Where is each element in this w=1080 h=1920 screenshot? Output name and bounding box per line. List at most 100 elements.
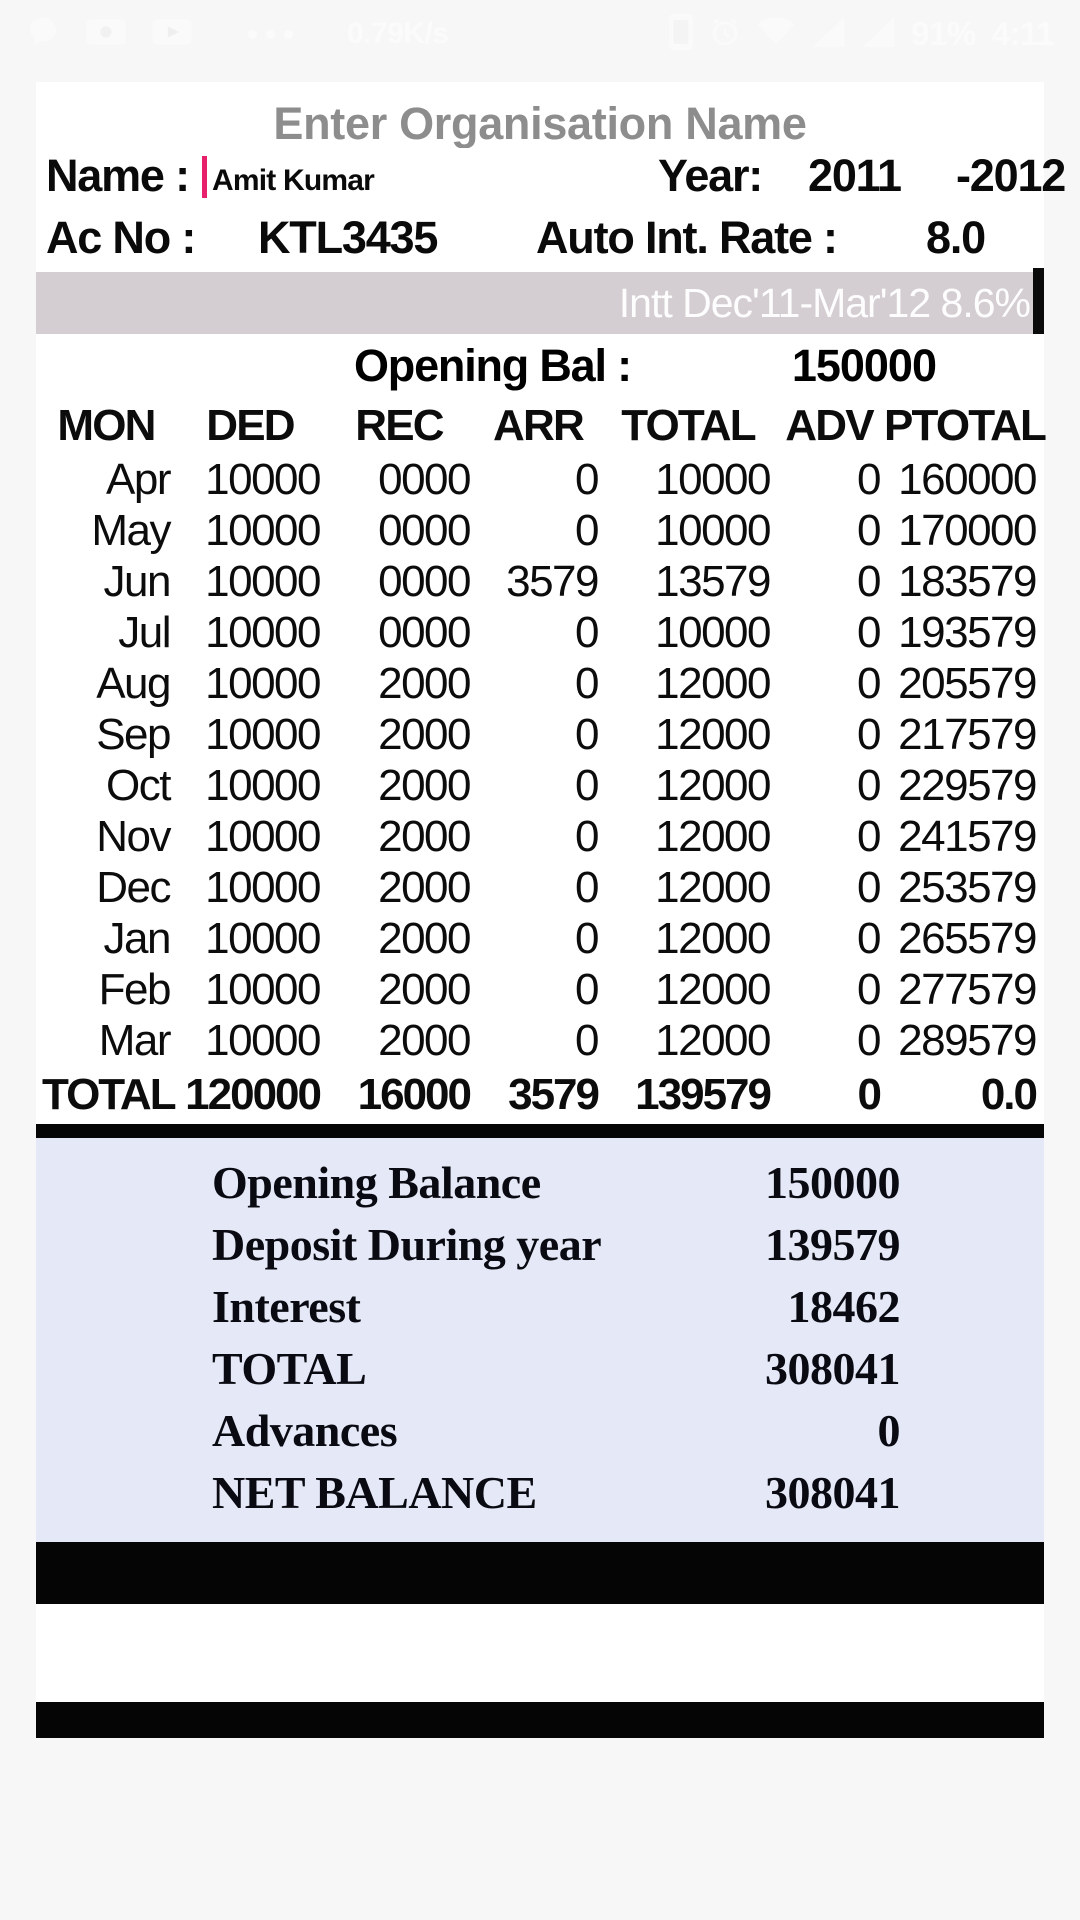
organisation-name-input[interactable]: Enter Organisation Name bbox=[36, 82, 1044, 149]
cell-adv[interactable]: 0 bbox=[774, 964, 884, 1015]
cell-ded[interactable]: 10000 bbox=[176, 505, 324, 556]
cell-adv[interactable]: 0 bbox=[774, 658, 884, 709]
cell-month: Nov bbox=[96, 811, 171, 861]
interest-rate-input[interactable]: 8.0 bbox=[926, 212, 986, 264]
cell-rec[interactable]: 2000 bbox=[324, 811, 474, 862]
cell-rec[interactable]: 0000 bbox=[324, 505, 474, 556]
cell-ptotal: 183579 bbox=[898, 556, 1037, 606]
cell-arr[interactable]: 0 bbox=[474, 1015, 602, 1066]
cell-adv[interactable]: 0 bbox=[774, 760, 884, 811]
cell-ded[interactable]: 10000 bbox=[176, 811, 324, 862]
cell-rec[interactable]: 2000 bbox=[324, 913, 474, 964]
opening-balance-row: Opening Bal : 150000 bbox=[36, 334, 1044, 398]
summary-label: Interest bbox=[212, 1281, 361, 1332]
acno-input[interactable]: KTL3435 bbox=[258, 212, 438, 264]
opening-balance-value[interactable]: 150000 bbox=[792, 340, 937, 392]
cell-total: 12000 bbox=[655, 862, 771, 912]
bottom-black-band bbox=[36, 1542, 1044, 1604]
cell-rec[interactable]: 0000 bbox=[324, 556, 474, 607]
cell-ptotal: 265579 bbox=[898, 913, 1037, 963]
column-header-ded: DED bbox=[206, 401, 295, 450]
table-row: Dec 10000 2000 0 12000 0 253579 bbox=[36, 862, 1044, 913]
cell-arr[interactable]: 3579 bbox=[474, 556, 602, 607]
opening-balance-label: Opening Bal : bbox=[354, 340, 632, 391]
cell-total: 10000 bbox=[655, 607, 771, 657]
cell-arr[interactable]: 0 bbox=[474, 505, 602, 556]
more-dots-icon bbox=[248, 29, 293, 39]
cell-ptotal: 170000 bbox=[898, 505, 1037, 555]
cell-rec[interactable]: 0000 bbox=[324, 454, 474, 505]
cell-rec[interactable]: 2000 bbox=[324, 862, 474, 913]
year-label: Year: bbox=[658, 150, 763, 201]
cell-month: Jul bbox=[118, 607, 171, 657]
cell-rec[interactable]: 2000 bbox=[324, 709, 474, 760]
table-row: Sep 10000 2000 0 12000 0 217579 bbox=[36, 709, 1044, 760]
summary-value: 308041 bbox=[765, 1467, 901, 1518]
column-header-rec: REC bbox=[355, 401, 444, 450]
summary-row: NET BALANCE 308041 bbox=[36, 1462, 1044, 1524]
summary-row: Opening Balance 150000 bbox=[36, 1152, 1044, 1214]
cell-arr[interactable]: 0 bbox=[474, 913, 602, 964]
bottom-white-area bbox=[36, 1604, 1044, 1702]
interest-period-label: Intt Dec'11-Mar'12 8.6% bbox=[618, 279, 1031, 326]
summary-label: Opening Balance bbox=[212, 1157, 541, 1208]
year-to-value: -2012 bbox=[956, 150, 1066, 201]
cell-arr[interactable]: 0 bbox=[474, 811, 602, 862]
cell-ded[interactable]: 10000 bbox=[176, 862, 324, 913]
cell-adv[interactable]: 0 bbox=[774, 811, 884, 862]
cell-month: Jun bbox=[103, 556, 172, 606]
table-row: Jul 10000 0000 0 10000 0 193579 bbox=[36, 607, 1044, 658]
cell-adv[interactable]: 0 bbox=[774, 505, 884, 556]
summary-label: Advances bbox=[212, 1405, 398, 1456]
cell-ded[interactable]: 10000 bbox=[176, 607, 324, 658]
cell-total: 12000 bbox=[655, 1015, 771, 1065]
summary-row: Deposit During year 139579 bbox=[36, 1214, 1044, 1276]
cell-adv[interactable]: 0 bbox=[774, 913, 884, 964]
cell-rec[interactable]: 2000 bbox=[324, 760, 474, 811]
cell-adv[interactable]: 0 bbox=[774, 862, 884, 913]
cell-ded[interactable]: 10000 bbox=[176, 658, 324, 709]
cell-rec[interactable]: 0000 bbox=[324, 607, 474, 658]
summary-label: Deposit During year bbox=[212, 1219, 602, 1270]
cell-arr[interactable]: 0 bbox=[474, 862, 602, 913]
name-input[interactable]: Amit Kumar bbox=[212, 164, 375, 198]
cell-ded[interactable]: 10000 bbox=[176, 760, 324, 811]
signal-2-icon bbox=[861, 16, 895, 52]
cell-rec[interactable]: 2000 bbox=[324, 964, 474, 1015]
cell-ded[interactable]: 10000 bbox=[176, 454, 324, 505]
cell-total: 12000 bbox=[655, 964, 771, 1014]
cell-arr[interactable]: 0 bbox=[474, 454, 602, 505]
table-row: Oct 10000 2000 0 12000 0 229579 bbox=[36, 760, 1044, 811]
battery-percent-label: 91% bbox=[911, 15, 976, 52]
cell-ptotal: 241579 bbox=[898, 811, 1037, 861]
total-row-arr: 3579 bbox=[508, 1070, 600, 1119]
account-statement-sheet: Enter Organisation Name Name : Amit Kuma… bbox=[36, 82, 1066, 1738]
summary-value: 139579 bbox=[765, 1219, 901, 1270]
cell-ded[interactable]: 10000 bbox=[176, 709, 324, 760]
cell-arr[interactable]: 0 bbox=[474, 607, 602, 658]
cell-ded[interactable]: 10000 bbox=[176, 1015, 324, 1066]
cell-arr[interactable]: 0 bbox=[474, 658, 602, 709]
cell-adv[interactable]: 0 bbox=[774, 709, 884, 760]
year-from-input[interactable]: 2011 bbox=[808, 150, 902, 202]
table-row: May 10000 0000 0 10000 0 170000 bbox=[36, 505, 1044, 556]
column-header-mon: MON bbox=[57, 401, 156, 450]
cell-arr[interactable]: 0 bbox=[474, 964, 602, 1015]
table-row: Aug 10000 2000 0 12000 0 205579 bbox=[36, 658, 1044, 709]
cell-adv[interactable]: 0 bbox=[774, 556, 884, 607]
cell-rec[interactable]: 2000 bbox=[324, 658, 474, 709]
summary-row: Interest 18462 bbox=[36, 1276, 1044, 1338]
cell-adv[interactable]: 0 bbox=[774, 454, 884, 505]
status-bar-right-icons: 91% 4:11 bbox=[669, 13, 1055, 55]
cell-arr[interactable]: 0 bbox=[474, 709, 602, 760]
summary-row: Advances 0 bbox=[36, 1400, 1044, 1462]
cell-ded[interactable]: 10000 bbox=[176, 964, 324, 1015]
cell-arr[interactable]: 0 bbox=[474, 760, 602, 811]
column-header-arr: ARR bbox=[493, 401, 585, 450]
cell-ded[interactable]: 10000 bbox=[176, 556, 324, 607]
cell-adv[interactable]: 0 bbox=[774, 607, 884, 658]
cell-adv[interactable]: 0 bbox=[774, 1015, 884, 1066]
cell-ded[interactable]: 10000 bbox=[176, 913, 324, 964]
cell-rec[interactable]: 2000 bbox=[324, 1015, 474, 1066]
cell-month: Mar bbox=[98, 1015, 172, 1065]
